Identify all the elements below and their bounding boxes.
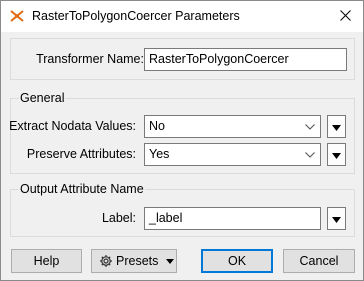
- window-title: RasterToPolygonCoercer Parameters: [32, 9, 240, 23]
- general-group: General Extract Nodata Values: No Preser…: [9, 91, 355, 174]
- triangle-down-icon: [332, 148, 341, 162]
- ok-button[interactable]: OK: [201, 249, 273, 273]
- presets-button[interactable]: Presets: [91, 249, 177, 273]
- close-button[interactable]: [327, 1, 363, 32]
- extract-nodata-value: No: [149, 119, 165, 133]
- extract-nodata-menu-button[interactable]: [327, 115, 346, 138]
- label-field-label: Label:: [101, 211, 136, 225]
- transformer-name-group: Transformer Name: RasterToPolygonCoercer: [10, 38, 355, 80]
- preserve-attributes-label: Preserve Attributes:: [26, 147, 136, 161]
- transformer-name-label: Transformer Name:: [36, 52, 144, 66]
- extract-nodata-select[interactable]: No: [144, 115, 321, 138]
- extract-nodata-label: Extract Nodata Values:: [9, 119, 136, 133]
- gear-icon: [99, 254, 113, 268]
- triangle-down-icon: [332, 120, 341, 134]
- transformer-name-input[interactable]: RasterToPolygonCoercer: [144, 48, 347, 71]
- chevron-down-icon: [304, 144, 316, 165]
- dialog-window: RasterToPolygonCoercer Parameters Transf…: [0, 0, 364, 281]
- presets-label: Presets: [116, 254, 159, 268]
- general-group-title: General: [19, 91, 66, 105]
- label-field-menu-button[interactable]: [327, 207, 346, 230]
- label-field-input[interactable]: _label: [144, 207, 321, 230]
- help-button[interactable]: Help: [11, 249, 82, 273]
- preserve-attributes-menu-button[interactable]: [327, 143, 346, 166]
- output-attribute-group: Output Attribute Name Label: _label: [10, 182, 355, 237]
- triangle-down-icon: [166, 258, 175, 264]
- output-attribute-group-title: Output Attribute Name: [19, 182, 145, 196]
- chevron-down-icon: [304, 116, 316, 137]
- preserve-attributes-value: Yes: [149, 147, 170, 161]
- fme-transformer-icon: [9, 8, 25, 24]
- cancel-button[interactable]: Cancel: [283, 249, 355, 273]
- preserve-attributes-select[interactable]: Yes: [144, 143, 321, 166]
- close-icon: [339, 9, 351, 24]
- title-bar: RasterToPolygonCoercer Parameters: [1, 1, 363, 32]
- triangle-down-icon: [332, 212, 341, 226]
